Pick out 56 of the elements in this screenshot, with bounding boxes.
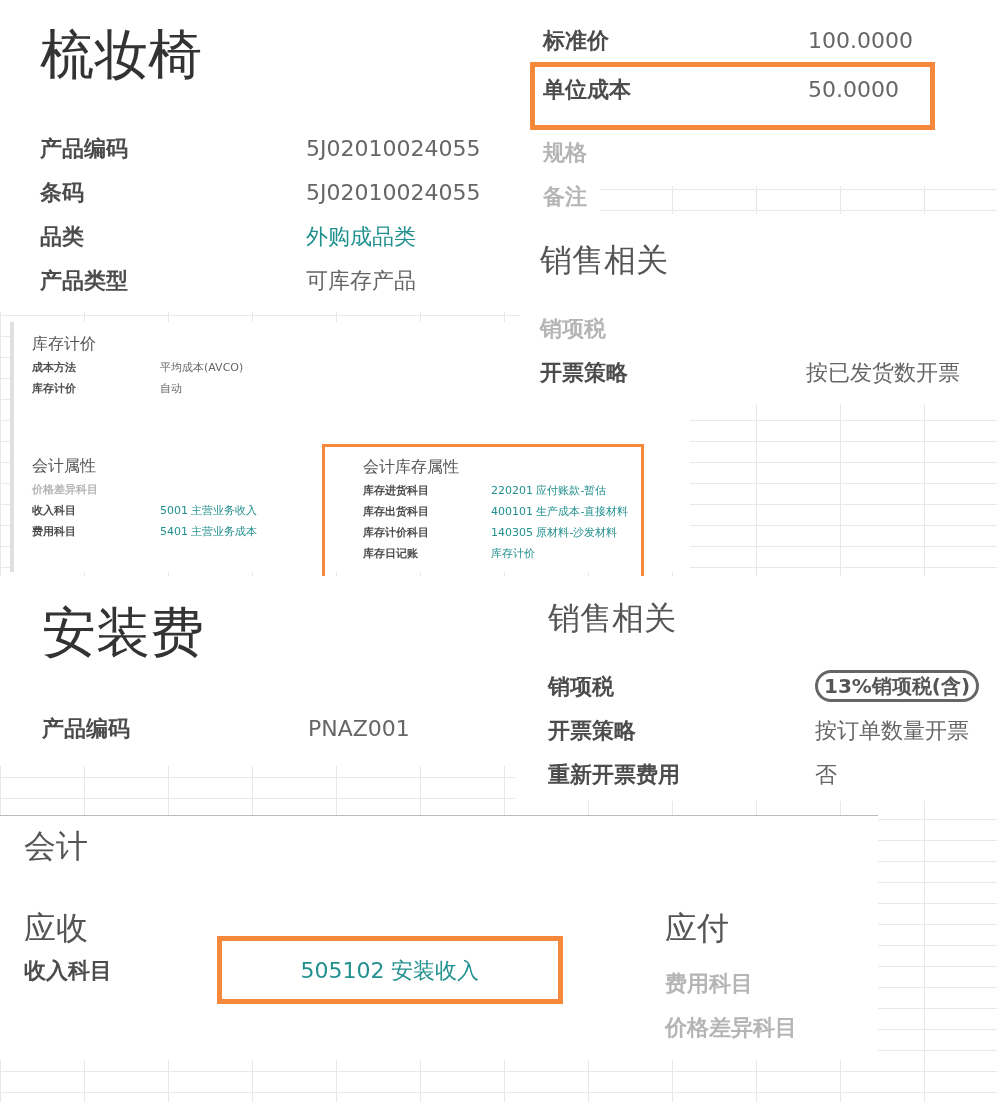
field-value[interactable]: 5001 主营业务收入 [160,503,258,520]
section-heading: 应付 [665,908,729,948]
section-heading: 销售相关 [540,240,668,281]
field-label: 重新开票费用 [548,760,681,789]
section-heading: 会计库存属性 [363,457,459,476]
field-label: 规格 [543,138,588,167]
field-label: 标准价 [543,26,610,55]
section-heading: 会计属性 [32,456,96,475]
section-heading: 应收 [24,908,88,948]
section-heading: 会计 [24,826,88,867]
field-value[interactable]: 505102 安装收入 [300,953,480,987]
field-value: 100.0000 [808,26,913,55]
field-label: 销项税 [548,672,615,701]
field-label: 条码 [40,178,85,207]
field-value: PNAZ001 [308,714,410,743]
field-label: 费用科目 [32,524,77,541]
field-value[interactable]: 外购成品类 [306,219,416,253]
field-label: 品类 [40,222,85,251]
field-value[interactable]: 220201 应付账款-暂估 [491,483,607,500]
field-value[interactable]: 400101 生产成本-直接材料 [491,504,629,521]
field-label: 开票策略 [540,358,629,387]
field-label: 库存日记账 [363,546,419,563]
field-label: 销项税 [540,314,607,343]
field-value: 按已发货数开票 [806,358,960,387]
field-label: 库存计价科目 [363,525,430,542]
field-label: 开票策略 [548,716,637,745]
field-value: 否 [815,760,837,789]
field-label: 价格差异科目 [32,482,99,499]
field-label: 产品类型 [40,266,129,295]
field-label: 费用科目 [665,969,754,998]
field-label: 备注 [543,182,588,211]
field-label: 库存进货科目 [363,483,430,500]
field-value: 5J02010024055 [306,134,481,163]
field-label: 库存出货科目 [363,504,430,521]
service-title: 安装费 [42,600,204,666]
field-value: 自动 [160,381,182,398]
field-label: 单位成本 [543,75,632,104]
field-label: 价格差异科目 [665,1013,798,1042]
field-value: 可库存产品 [306,266,416,295]
field-label: 收入科目 [32,503,77,520]
product-title: 梳妆椅 [40,22,202,88]
field-value[interactable]: 140305 原材料-沙发材料 [491,525,618,542]
field-label: 产品编码 [40,134,129,163]
field-label: 产品编码 [42,714,131,743]
field-value[interactable]: 库存计价 [491,546,535,563]
field-value: 5J02010024055 [306,178,481,207]
field-label: 收入科目 [24,956,113,985]
field-value: 50.0000 [808,75,899,104]
section-heading: 销售相关 [548,598,676,639]
section-heading: 库存计价 [32,334,96,353]
tax-tag: 13%销项税(含) [815,670,980,702]
field-value: 平均成本(AVCO) [160,360,244,377]
field-label: 成本方法 [32,360,77,377]
field-value[interactable]: 5401 主营业务成本 [160,524,258,541]
field-value: 按订单数量开票 [815,716,969,745]
field-label: 库存计价 [32,381,77,398]
